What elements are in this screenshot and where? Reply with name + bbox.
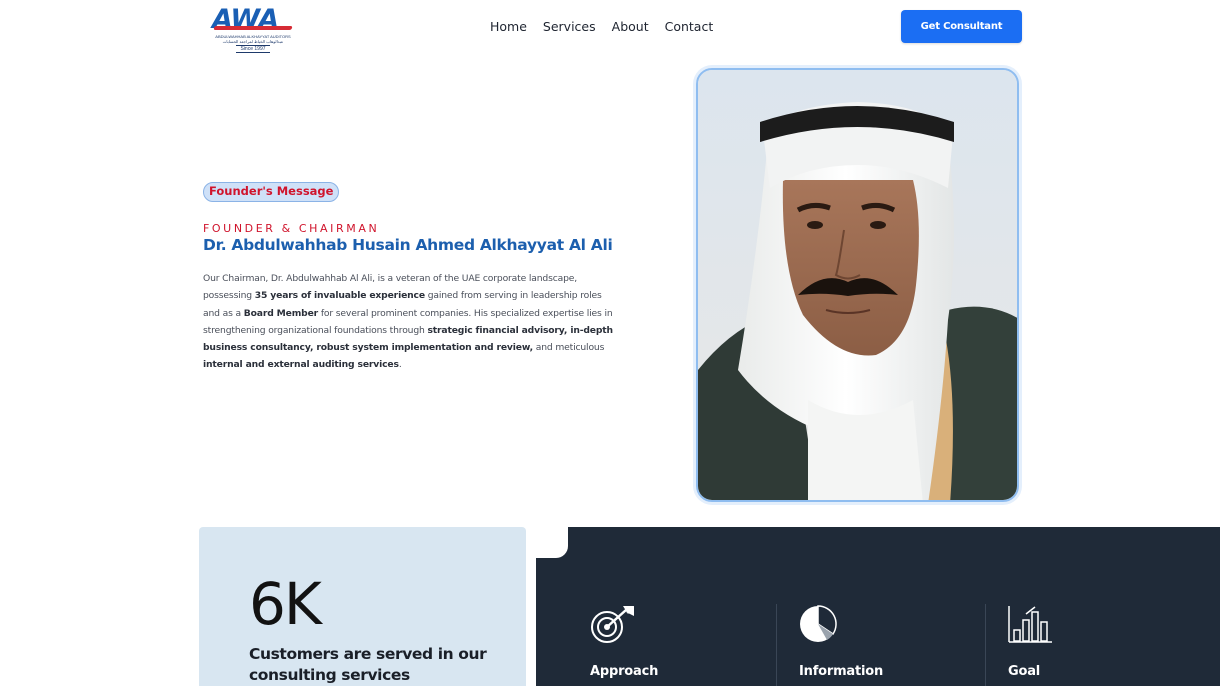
features-panel — [536, 527, 1220, 686]
logo-swoosh — [213, 26, 293, 30]
feature-divider — [985, 604, 986, 686]
panel-notch — [536, 527, 568, 558]
portrait-illustration — [698, 70, 1017, 500]
bio-emphasis: internal and external auditing services — [203, 359, 399, 371]
founder-name: Dr. Abdulwahhab Husain Ahmed Alkhayyat A… — [203, 236, 613, 254]
feature-label-information: Information — [799, 664, 884, 679]
founder-bio: Our Chairman, Dr. Abdulwahhab Al Ali, is… — [203, 270, 613, 374]
site-header: AWA ABDULWAHHAB ALKHAYYAT AUDITORS عبدال… — [0, 0, 1220, 56]
feature-label-goal: Goal — [1008, 664, 1041, 679]
company-logo[interactable]: AWA ABDULWAHHAB ALKHAYYAT AUDITORS عبدال… — [212, 6, 294, 53]
nav-home[interactable]: Home — [490, 19, 527, 34]
customers-stats-card: 6K Customers are served in our consultin… — [199, 527, 526, 686]
bio-text: . — [398, 359, 402, 371]
pie-chart-icon — [800, 605, 837, 642]
feature-label-approach: Approach — [590, 664, 659, 679]
nav-about[interactable]: About — [612, 19, 649, 34]
stats-value: 6K — [249, 570, 322, 638]
founder-portrait — [696, 68, 1019, 502]
founder-role: FOUNDER & CHAIRMAN — [203, 222, 380, 235]
bio-emphasis: Board Member — [243, 307, 319, 319]
bio-emphasis: 35 years of invaluable experience — [254, 290, 425, 302]
logo-since: Since 1997 — [236, 45, 270, 53]
stats-description: Customers are served in our consulting s… — [249, 645, 487, 684]
target-arrow-icon — [591, 606, 634, 643]
main-nav: Home Services About Contact — [490, 19, 713, 34]
bio-text: and meticulous — [532, 342, 605, 354]
founders-message-badge: Founder's Message — [203, 182, 340, 202]
nav-services[interactable]: Services — [543, 19, 596, 34]
feature-divider — [776, 604, 777, 686]
nav-contact[interactable]: Contact — [665, 19, 714, 34]
bar-chart-icon — [1008, 606, 1052, 643]
logo-subtitle-arabic: عبدالوهاب الخياط لمراجعة الحسابات — [222, 39, 284, 44]
get-consultant-button[interactable]: Get Consultant — [901, 10, 1022, 43]
